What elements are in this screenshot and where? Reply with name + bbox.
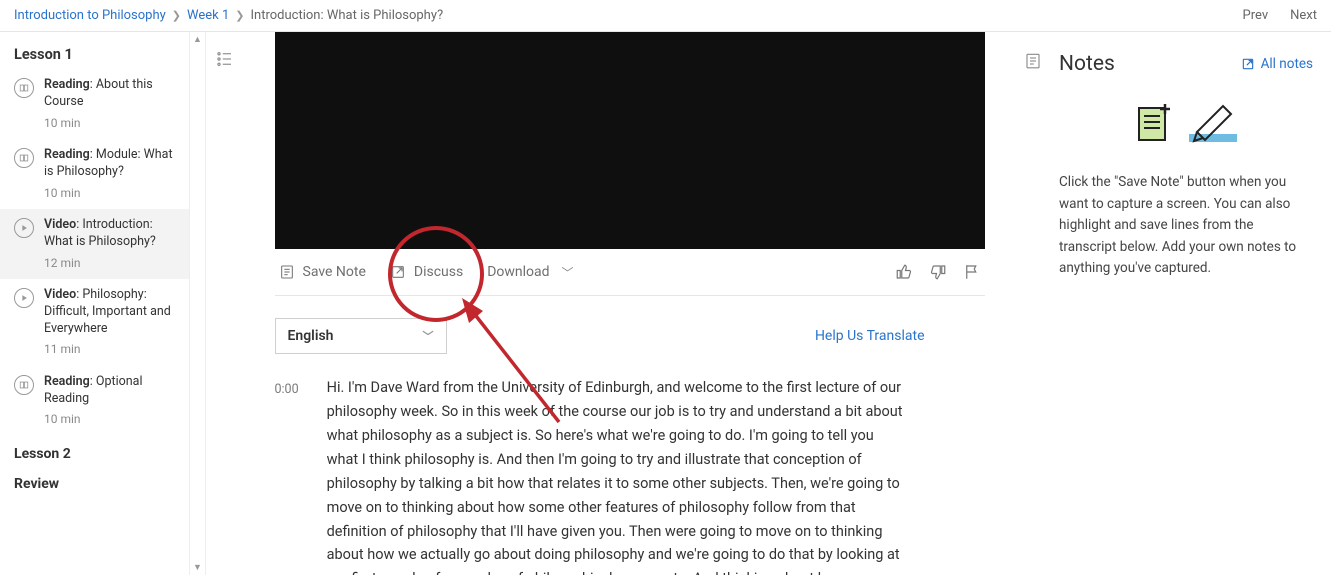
notes-title: Notes	[1059, 52, 1115, 76]
external-link-icon	[1241, 57, 1255, 71]
sidebar-scrollbar[interactable]: ▲ ▼	[190, 32, 206, 575]
lesson-sidebar: Lesson 1 Reading: About this Course 10 m…	[0, 32, 190, 575]
play-icon	[14, 218, 34, 238]
chevron-down-icon: ﹀	[423, 328, 434, 344]
sidebar-item-video-intro[interactable]: Video: Introduction: What is Philosophy?…	[0, 209, 189, 279]
list-icon	[216, 50, 234, 68]
thumbs-up-icon[interactable]	[895, 263, 913, 281]
book-icon	[14, 375, 34, 395]
note-icon	[279, 264, 295, 280]
discuss-label: Discuss	[414, 264, 463, 280]
breadcrumb-course-link[interactable]: Introduction to Philosophy	[14, 8, 166, 23]
page-nav: Prev Next	[1243, 8, 1317, 23]
notepad-plus-icon	[1135, 102, 1173, 144]
breadcrumb: Introduction to Philosophy ❯ Week 1 ❯ In…	[14, 8, 443, 23]
scroll-down-icon: ▼	[193, 562, 202, 573]
download-label: Download	[487, 264, 549, 280]
notes-panel: Notes All notes Click the "Save Note" bu…	[1051, 32, 1331, 575]
transcript: 0:00 Hi. I'm Dave Ward from the Universi…	[275, 376, 985, 575]
outline-toggle[interactable]	[206, 32, 244, 575]
sidebar-item-reading-module[interactable]: Reading: Module: What is Philosophy? 10 …	[0, 139, 189, 209]
play-icon	[14, 288, 34, 308]
pencil-highlight-icon	[1189, 102, 1237, 144]
video-player[interactable]	[275, 32, 985, 249]
review-heading[interactable]: Review	[0, 466, 189, 496]
thumbs-down-icon[interactable]	[929, 263, 947, 281]
save-note-label: Save Note	[303, 264, 366, 280]
note-icon	[1024, 52, 1042, 70]
video-toolbar: Save Note Discuss Download ﹀	[275, 249, 985, 296]
transcript-timestamp[interactable]: 0:00	[275, 376, 299, 575]
lesson-2-heading[interactable]: Lesson 2	[0, 436, 189, 466]
notes-help-text: Click the "Save Note" button when you wa…	[1059, 172, 1313, 280]
sidebar-item-body: Reading: Optional Reading 10 min	[44, 374, 175, 428]
sidebar-item-reading-about[interactable]: Reading: About this Course 10 min	[0, 69, 189, 139]
top-bar: Introduction to Philosophy ❯ Week 1 ❯ In…	[0, 0, 1331, 32]
language-value: English	[288, 328, 334, 344]
transcript-text[interactable]: Hi. I'm Dave Ward from the University of…	[327, 376, 907, 575]
download-button[interactable]: Download	[487, 264, 549, 280]
book-icon	[14, 78, 34, 98]
discuss-button[interactable]: Discuss	[390, 264, 463, 280]
book-icon	[14, 148, 34, 168]
language-row: English ﹀ Help Us Translate	[275, 318, 985, 354]
lesson-1-heading: Lesson 1	[0, 46, 189, 69]
chevron-right-icon: ❯	[235, 9, 244, 22]
scroll-up-icon: ▲	[193, 34, 202, 45]
save-note-button[interactable]: Save Note	[279, 264, 366, 280]
chevron-down-icon[interactable]: ﹀	[562, 264, 574, 281]
main-layout: Lesson 1 Reading: About this Course 10 m…	[0, 32, 1331, 575]
sidebar-item-body: Video: Philosophy: Difficult, Important …	[44, 287, 175, 358]
sidebar-item-body: Reading: About this Course 10 min	[44, 77, 175, 131]
next-button[interactable]: Next	[1290, 8, 1317, 23]
sidebar-item-reading-optional[interactable]: Reading: Optional Reading 10 min	[0, 366, 189, 436]
sidebar-item-body: Reading: Module: What is Philosophy? 10 …	[44, 147, 175, 201]
prev-button[interactable]: Prev	[1243, 8, 1269, 23]
external-link-icon	[390, 264, 406, 280]
language-select[interactable]: English ﹀	[275, 318, 447, 354]
breadcrumb-week-link[interactable]: Week 1	[187, 8, 229, 23]
all-notes-label: All notes	[1261, 56, 1313, 72]
flag-icon[interactable]	[963, 263, 981, 281]
notes-toggle[interactable]	[1015, 32, 1051, 575]
breadcrumb-current: Introduction: What is Philosophy?	[250, 8, 443, 23]
all-notes-link[interactable]: All notes	[1241, 56, 1313, 72]
notes-illustration	[1059, 102, 1313, 144]
help-translate-link[interactable]: Help Us Translate	[815, 328, 925, 344]
chevron-right-icon: ❯	[172, 9, 181, 22]
sidebar-item-video-difficult[interactable]: Video: Philosophy: Difficult, Important …	[0, 279, 189, 366]
content-area: Save Note Discuss Download ﹀ En	[244, 32, 1015, 575]
sidebar-item-body: Video: Introduction: What is Philosophy?…	[44, 217, 175, 271]
feedback-icons	[895, 263, 981, 281]
